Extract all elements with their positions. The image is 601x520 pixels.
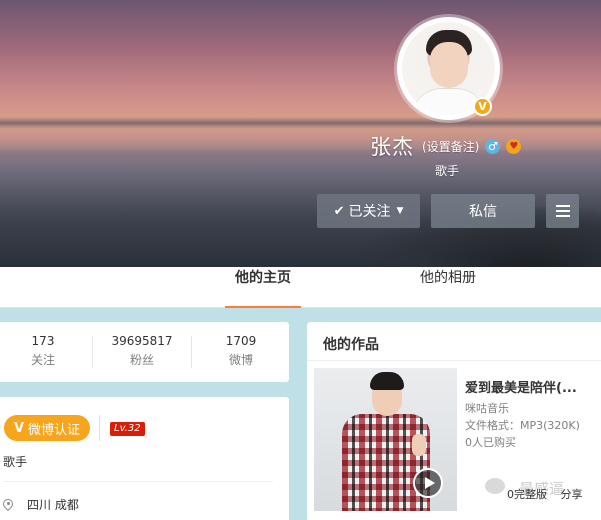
work-format: 文件格式：MP3(320K) [465,419,580,432]
stat-following-label: 关注 [30,353,55,367]
work-title[interactable]: 爱到最美是陪伴(... [465,377,601,396]
weibo-verify-label: 微博认证 [28,422,81,438]
stat-following[interactable]: 173 关注 [0,334,92,368]
name-row: 张杰 (设置备注) ♂ ♥ [370,132,522,160]
work-buyers: 0人已购买 [465,436,516,449]
more-menu-button[interactable] [546,194,579,228]
work-footer: 0完整版 分享 [507,486,583,502]
divider [307,360,601,361]
wechat-icon [485,478,505,494]
male-icon: ♂ [485,138,501,154]
work-full-version[interactable]: 0完整版 [507,488,547,501]
tab-home[interactable]: 他的主页 [225,267,301,308]
chevron-down-icon: ▼ [396,206,404,216]
thumb-shirt [342,414,430,511]
thumb-hand [412,434,426,456]
play-icon[interactable] [413,468,443,498]
check-icon: ✔ [333,203,345,219]
tab-album[interactable]: 他的相册 [410,267,486,308]
stats-card: 173 关注 39695817 粉丝 1709 微博 [0,322,289,382]
divider [99,415,100,441]
profile-name: 张杰 [370,135,414,159]
profile-description: 歌手 [435,164,460,178]
message-label: 私信 [469,204,497,220]
cover-horizon [0,117,601,129]
message-button[interactable]: 私信 [431,194,535,228]
profile-info-description: 歌手 [3,455,28,469]
menu-icon [555,202,570,220]
weibo-verify-button[interactable]: V 微博认证 [4,415,90,441]
level-badge[interactable]: Lv.32 [110,422,145,436]
location-pin-icon [3,499,13,511]
stat-fans[interactable]: 39695817 粉丝 [93,334,191,368]
location: 四川 成都 [3,496,79,513]
work-source: 咪咕音乐 [465,402,509,415]
works-card: 他的作品 爱到最美是陪伴(... 咪咕音乐 文件格式：MP3(320K) 0人已… [307,322,601,520]
stat-following-count: 173 [31,334,55,348]
stat-weibo[interactable]: 1709 微博 [192,334,290,368]
stat-fans-label: 粉丝 [129,353,154,367]
location-text: 四川 成都 [27,498,79,512]
profile-info-card: V 微博认证 Lv.32 歌手 四川 成都 [0,397,289,520]
works-title: 他的作品 [323,337,379,353]
profile-tabs: 他的主页 他的相册 [0,267,601,308]
set-remark-link[interactable]: (设置备注) [422,138,479,155]
followed-label: 已关注 [348,204,391,220]
verified-v-icon: V [13,420,25,436]
stat-fans-count: 39695817 [111,334,173,348]
verified-badge-icon: V [473,97,492,116]
avatar-face [430,42,468,88]
cover-banner: V 张杰 (设置备注) ♂ ♥ 歌手 ✔ 已关注 ▼ 私信 [0,0,601,267]
stat-weibo-count: 1709 [225,334,257,348]
gold-member-icon[interactable]: ♥ [506,138,522,154]
share-link[interactable]: 分享 [561,488,583,501]
divider [3,481,273,482]
work-thumbnail[interactable] [314,368,457,511]
stat-weibo-label: 微博 [228,353,253,367]
thumb-hair [370,372,404,390]
followed-button[interactable]: ✔ 已关注 ▼ [317,194,420,228]
